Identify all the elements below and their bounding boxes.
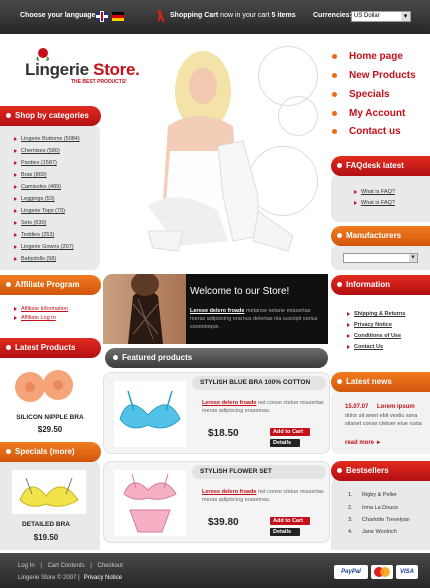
specials-title: Specials: [15, 447, 48, 456]
featured-product-desc: Lerose delero froade net conse ctetue mi…: [202, 489, 324, 503]
footer-privacy-link[interactable]: Privacy Notice: [84, 575, 122, 581]
language-label: Choose your language:: [20, 12, 98, 19]
featured-product-price: $39.80: [208, 517, 239, 528]
specials-product-price: $19.50: [33, 533, 59, 542]
paypal-logo-icon: PayPal: [334, 565, 368, 579]
information-header: Information: [331, 275, 430, 295]
footer-separator: |: [90, 563, 92, 569]
read-more-link[interactable]: read more ►: [345, 440, 382, 446]
footer-separator: |: [40, 563, 42, 569]
specials-header: Specials (more): [0, 442, 101, 462]
nav-my-account[interactable]: My Account: [332, 105, 430, 123]
specials-product-name[interactable]: DETAILED BRA: [0, 521, 92, 528]
currency-select[interactable]: US Dollar: [351, 11, 411, 22]
specials-more-link[interactable]: (more): [50, 447, 75, 456]
welcome-banner: Welcome to our Store! Lerose delero froa…: [103, 274, 328, 344]
read-more-arrow-icon: ►: [375, 440, 382, 446]
featured-product-card: STYLISH BLUE BRA 100% COTTON Lerose dele…: [103, 372, 330, 454]
nav-new-products[interactable]: New Products: [332, 67, 430, 85]
silicon-nipple-bra-image[interactable]: [14, 365, 86, 407]
footer-links: Log In | Cart Contents | Checkout: [18, 563, 127, 569]
bestsellers-header: Bestsellers: [331, 461, 430, 481]
cart-label: Shopping Cart: [170, 12, 219, 19]
latest-news-header: Latest news: [331, 372, 430, 392]
footer-checkout-link[interactable]: Checkout: [98, 563, 123, 569]
bestsellers-panel: [331, 478, 430, 550]
latest-product-name[interactable]: SILICON NIPPLE BRA: [0, 414, 100, 421]
categories-header: Shop by categories: [0, 106, 101, 126]
manufacturers-header: Manufacturers: [331, 226, 430, 246]
currency-label: Currencies:: [313, 12, 352, 19]
shopping-cart-summary[interactable]: Shopping Cart now in your cart 5 items: [170, 12, 296, 19]
nav-specials[interactable]: Specials: [332, 86, 430, 104]
flower-set-image[interactable]: [114, 470, 186, 536]
welcome-model-image: [103, 274, 186, 344]
nav-contact-us[interactable]: Contact us: [332, 123, 430, 141]
welcome-text: Lerose delero froade metanse setane mias…: [190, 307, 325, 331]
footer: Log In | Cart Contents | Checkout Linger…: [0, 553, 430, 588]
detailed-bra-image[interactable]: [12, 470, 86, 514]
news-body: dolor sit amet ebit vestiu ssna sitanet …: [345, 413, 422, 427]
top-bar: Choose your language: Shopping Cart now …: [0, 0, 430, 34]
faq-header: FAQdesk latest: [331, 156, 430, 176]
latest-products-header: Latest Products: [0, 338, 101, 358]
shopping-cart-icon[interactable]: [156, 9, 166, 23]
visa-logo-icon: VISA: [396, 565, 418, 579]
mastercard-logo-icon: [371, 565, 393, 579]
hero-model-image: [108, 36, 330, 272]
add-to-cart-button[interactable]: Add to Cart: [270, 517, 310, 525]
featured-products-header: Featured products: [105, 348, 328, 368]
featured-product-desc: Lerose delero froade net conse ctetue mi…: [202, 400, 324, 414]
blue-bra-image[interactable]: [114, 381, 186, 447]
faq-panel: [331, 174, 430, 222]
featured-product-name[interactable]: STYLISH FLOWER SET: [192, 465, 326, 479]
english-flag-icon[interactable]: [96, 12, 108, 21]
german-flag-icon[interactable]: [112, 12, 124, 21]
footer-login-link[interactable]: Log In: [18, 563, 35, 569]
featured-product-name[interactable]: STYLISH BLUE BRA 100% COTTON: [192, 376, 326, 390]
nav-home[interactable]: Home page: [332, 48, 430, 66]
footer-copyright: Lingerie Store © 2007 | Privacy Notice: [18, 575, 123, 581]
cart-count: 5 items: [271, 12, 296, 19]
cart-status: now in your cart: [220, 12, 270, 19]
news-date: 15.07.07: [345, 404, 369, 410]
add-to-cart-button[interactable]: Add to Cart: [270, 428, 310, 436]
logo-title-part1: Lingerie: [25, 60, 94, 79]
featured-product-price: $18.50: [208, 428, 239, 439]
details-button[interactable]: Details: [270, 528, 300, 536]
latest-product-price: $29.50: [37, 425, 63, 434]
manufacturers-select[interactable]: [343, 253, 418, 263]
welcome-lead: Lerose delero froade: [190, 308, 245, 314]
welcome-title: Welcome to our Store!: [190, 286, 290, 297]
news-title[interactable]: Lorem ipsum: [377, 404, 415, 410]
footer-cart-link[interactable]: Cart Contents: [48, 563, 85, 569]
rose-logo-icon: [35, 47, 51, 61]
details-button[interactable]: Details: [270, 439, 300, 447]
affiliate-header: Affiliate Program: [0, 275, 101, 295]
featured-product-card: STYLISH FLOWER SET Lerose delero froade …: [103, 461, 330, 543]
